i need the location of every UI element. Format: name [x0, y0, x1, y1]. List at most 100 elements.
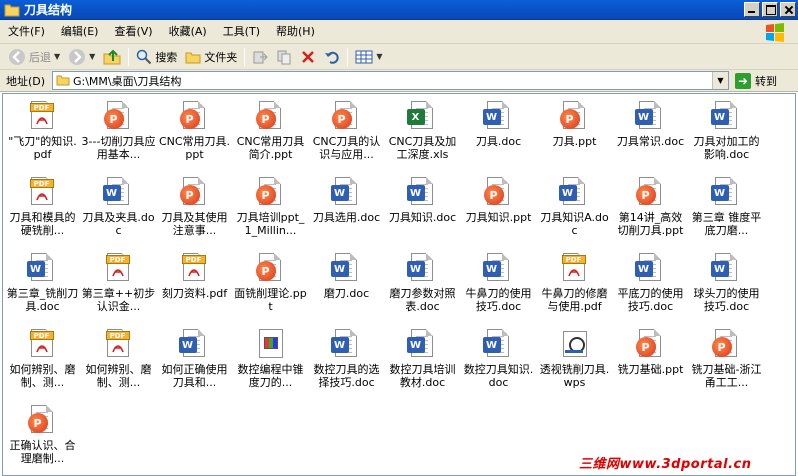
back-button[interactable]: 后退 ▼	[4, 46, 64, 68]
forward-button[interactable]: ▼	[64, 46, 99, 68]
menu-view[interactable]: 查看(V)	[106, 20, 160, 44]
file-item[interactable]: W 数控刀具培训教材.doc	[385, 326, 460, 402]
file-name: CNC刀具的认识与应用...	[312, 135, 381, 161]
up-folder-button[interactable]	[99, 46, 125, 68]
file-item[interactable]: P 第14讲_高效切削刀具.ppt	[613, 174, 688, 250]
search-label: 搜索	[155, 50, 178, 64]
file-item[interactable]: PDF 刻刀资料.pdf	[157, 250, 232, 326]
menu-file[interactable]: 文件(F)	[0, 20, 53, 44]
toolbar-separator	[128, 47, 130, 66]
copy-to-button[interactable]	[272, 46, 296, 68]
minimize-button[interactable]	[744, 2, 760, 17]
ppt-file-icon: P	[179, 100, 211, 132]
file-item[interactable]: W 刀具对加工的影响.doc	[689, 98, 764, 174]
file-item[interactable]: W 牛鼻刀的使用技巧.doc	[461, 250, 536, 326]
views-button[interactable]: ▼	[351, 46, 386, 68]
file-item[interactable]: P 铣刀基础.ppt	[613, 326, 688, 402]
chevron-down-icon[interactable]: ▼	[89, 52, 95, 61]
file-item[interactable]: PDF 如何辨别、磨制、测...	[81, 326, 156, 402]
file-item[interactable]: P 正确认识、合理磨制...	[5, 402, 80, 476]
file-name: 刀具知识.doc	[388, 211, 457, 224]
toolbar-separator	[244, 47, 246, 66]
file-list-pane[interactable]: PDF "飞刀"的知识.pdf P 3---切削刀具应用基本... P CNC常用刀具.p…	[2, 93, 796, 476]
file-item[interactable]: P 刀具培训ppt_1_Millin...	[233, 174, 308, 250]
file-item[interactable]: PDF 第三章++初步认识金...	[81, 250, 156, 326]
go-button[interactable]: ➜ 转到	[735, 72, 777, 89]
file-name: 数控刀具的选择技巧.doc	[313, 363, 380, 389]
file-item[interactable]: P 刀具知识.ppt	[461, 174, 536, 250]
doc-file-icon: W	[634, 100, 667, 132]
file-name: 刀具知识.ppt	[465, 211, 532, 224]
delete-button[interactable]	[296, 46, 320, 68]
file-name: 如何正确使用刀具和...	[161, 363, 228, 389]
address-label: 地址(D)	[6, 74, 46, 88]
file-item[interactable]: W 数控刀具知识.doc	[461, 326, 536, 402]
file-item[interactable]: W 数控刀具的选择技巧.doc	[309, 326, 384, 402]
folders-button[interactable]: 文件夹	[181, 46, 241, 68]
file-item[interactable]: P 刀具.ppt	[537, 98, 612, 174]
file-item[interactable]: 数控编程中锥度刀的...	[233, 326, 308, 402]
doc-file-icon: W	[178, 328, 211, 360]
menu-help[interactable]: 帮助(H)	[268, 20, 323, 44]
file-item[interactable]: W 刀具常识.doc	[613, 98, 688, 174]
file-item[interactable]: PDF 如何辨别、磨制、测...	[5, 326, 80, 402]
file-item[interactable]: P 铣刀基础-浙江甬工工...	[689, 326, 764, 402]
search-icon	[137, 49, 152, 64]
pdf-file-icon: PDF	[27, 176, 59, 208]
file-item[interactable]: P 面铣削理论.ppt	[233, 250, 308, 326]
file-item[interactable]: W 刀具知识.doc	[385, 174, 460, 250]
file-item[interactable]: W 磨刀.doc	[309, 250, 384, 326]
undo-button[interactable]	[320, 46, 344, 68]
doc-file-icon: W	[710, 252, 743, 284]
file-item[interactable]: W 刀具知识A.doc	[537, 174, 612, 250]
file-name: 刀具选用.doc	[312, 211, 381, 224]
menu-edit[interactable]: 编辑(E)	[53, 20, 107, 44]
file-item[interactable]: W 球头刀的使用技巧.doc	[689, 250, 764, 326]
chevron-down-icon[interactable]: ▼	[376, 52, 382, 61]
chevron-down-icon[interactable]: ▼	[54, 52, 60, 61]
file-name: 刀具和模具的硬铣削...	[9, 211, 76, 237]
file-item[interactable]: P CNC常用刀具简介.ppt	[233, 98, 308, 174]
ppt-file-icon: P	[559, 100, 591, 132]
file-name: 刀具知识A.doc	[540, 211, 609, 237]
doc-file-icon: W	[406, 176, 439, 208]
address-dropdown-button[interactable]: ▼	[712, 72, 728, 89]
file-item[interactable]: W 如何正确使用刀具和...	[157, 326, 232, 402]
file-name: 第三章 锥度平底刀磨...	[691, 211, 762, 237]
file-item[interactable]: W 磨刀参数对照表.doc	[385, 250, 460, 326]
file-item[interactable]: P CNC刀具的认识与应用...	[309, 98, 384, 174]
file-name: 第14讲_高效切削刀具.ppt	[617, 211, 684, 237]
menu-favorites[interactable]: 收藏(A)	[161, 20, 215, 44]
file-item[interactable]: P 3---切削刀具应用基本...	[81, 98, 156, 174]
file-item[interactable]: W 刀具.doc	[461, 98, 536, 174]
go-arrow-icon: ➜	[735, 72, 751, 89]
file-item[interactable]: PDF "飞刀"的知识.pdf	[5, 98, 80, 174]
close-button[interactable]	[780, 2, 796, 17]
file-item[interactable]: P CNC常用刀具.ppt	[157, 98, 232, 174]
generic-file-icon	[255, 328, 287, 360]
file-item[interactable]: P 刀具及其使用注意事...	[157, 174, 232, 250]
maximize-button[interactable]	[762, 2, 778, 17]
move-to-button[interactable]	[248, 46, 272, 68]
pdf-file-icon: PDF	[179, 252, 211, 284]
file-name: 正确认识、合理磨制...	[9, 439, 76, 465]
file-item[interactable]: 透视铣削刀具.wps	[537, 326, 612, 402]
address-field[interactable]: G:\MM\桌面\刀具结构 ▼	[52, 71, 729, 90]
file-item[interactable]: W 平底刀的使用技巧.doc	[613, 250, 688, 326]
menu-tools[interactable]: 工具(T)	[215, 20, 268, 44]
search-button[interactable]: 搜索	[132, 46, 181, 68]
pdf-file-icon: PDF	[27, 328, 59, 360]
file-name: CNC常用刀具.ppt	[158, 135, 231, 161]
menu-bar: 文件(F) 编辑(E) 查看(V) 收藏(A) 工具(T) 帮助(H)	[0, 20, 798, 44]
ppt-file-icon: P	[255, 100, 287, 132]
file-item[interactable]: X CNC刀具及加工深度.xls	[385, 98, 460, 174]
file-item[interactable]: W 第三章 锥度平底刀磨...	[689, 174, 764, 250]
file-name: 刀具及其使用注意事...	[161, 211, 228, 237]
file-item[interactable]: PDF 刀具和模具的硬铣削...	[5, 174, 80, 250]
watermark: 三维网www.3dportal.cn	[579, 457, 752, 472]
views-grid-icon	[355, 50, 373, 63]
file-item[interactable]: W 刀具及夹具.doc	[81, 174, 156, 250]
file-item[interactable]: W 刀具选用.doc	[309, 174, 384, 250]
file-item[interactable]: W 第三章_铣削刀具.doc	[5, 250, 80, 326]
file-item[interactable]: PDF 牛鼻刀的修磨与使用.pdf	[537, 250, 612, 326]
